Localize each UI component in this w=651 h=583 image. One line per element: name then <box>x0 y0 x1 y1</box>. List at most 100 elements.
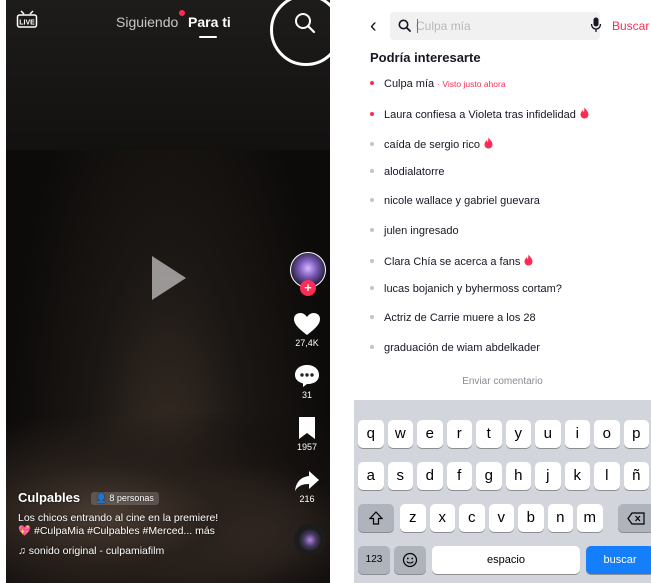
suggestion-text: Actriz de Carrie muere a los 28 <box>384 312 536 325</box>
flame-icon <box>524 254 533 266</box>
tab-siguiendo[interactable]: Siguiendo <box>116 10 186 30</box>
comment-icon <box>295 365 319 387</box>
sound-name: sonido original - culpamiafilm <box>28 545 165 557</box>
suggestion-item[interactable]: graduación de wiam abdelkader <box>370 342 540 354</box>
chevron-left-icon[interactable]: ‹ <box>370 16 377 36</box>
suggestion-text: graduación de wiam abdelkader <box>384 341 540 354</box>
save-count: 1957 <box>296 442 318 452</box>
key-q[interactable]: q <box>358 420 384 448</box>
key-a[interactable]: a <box>358 462 384 490</box>
music-note-icon: ♫ <box>18 545 26 557</box>
key-v[interactable]: v <box>488 504 514 532</box>
tab-siguiendo-label: Siguiendo <box>116 14 179 30</box>
search-box[interactable] <box>390 12 600 40</box>
play-icon[interactable] <box>152 256 186 300</box>
save-button[interactable]: 1957 <box>286 416 328 452</box>
key-j[interactable]: j <box>535 462 561 490</box>
live-label: LIVE <box>19 20 35 27</box>
key-p[interactable]: p <box>623 420 649 448</box>
people-badge[interactable]: 👤 8 personas <box>90 492 159 505</box>
key-z[interactable]: z <box>400 504 426 532</box>
keyboard: qwertyuiop asdfghjklñ zxcvbnm 123 espaci… <box>354 400 651 583</box>
key-l[interactable]: l <box>594 462 620 490</box>
backspace-key[interactable] <box>618 504 651 532</box>
flame-icon <box>580 107 589 119</box>
suggestion-text: Laura confiesa a Violeta tras infidelida… <box>384 109 576 122</box>
key-e[interactable]: e <box>417 420 443 448</box>
key-n[interactable]: n <box>547 504 573 532</box>
suggestion-item[interactable]: Actriz de Carrie muere a los 28 <box>370 312 536 324</box>
key-i[interactable]: i <box>564 420 590 448</box>
key-s[interactable]: s <box>387 462 413 490</box>
tab-para-ti[interactable]: Para ti <box>188 14 231 30</box>
suggestions-heading: Podría interesarte <box>370 50 481 65</box>
key-ñ[interactable]: ñ <box>623 462 649 490</box>
suggestion-bullet <box>370 227 374 232</box>
key-g[interactable]: g <box>476 462 502 490</box>
suggestion-bullet <box>370 286 374 291</box>
key-k[interactable]: k <box>564 462 590 490</box>
suggestion-bullet <box>370 198 374 203</box>
video-feed[interactable]: LIVE Siguiendo Para ti + 27,4K 31 1957 2… <box>6 0 330 583</box>
send-feedback-link[interactable]: Enviar comentario <box>354 376 651 387</box>
suggestion-item[interactable]: alodialatorre <box>370 166 445 178</box>
like-button[interactable]: 27,4K <box>286 312 328 348</box>
suggestion-bullet <box>370 344 374 349</box>
suggestion-item[interactable]: julen ingresado <box>370 225 459 237</box>
suggestion-text: lucas bojanich y byhermoss cortam? <box>384 283 562 296</box>
search-input[interactable] <box>414 12 564 40</box>
key-y[interactable]: y <box>505 420 531 448</box>
key-x[interactable]: x <box>429 504 455 532</box>
suggestion-item[interactable]: Culpa mía · Visto justo ahora <box>370 78 506 90</box>
text-caret <box>417 19 418 33</box>
microphone-icon[interactable] <box>590 17 602 33</box>
backspace-icon <box>627 512 645 525</box>
suggestion-text: Clara Chía se acerca a fans <box>384 255 521 268</box>
flame-icon <box>484 137 493 149</box>
visited-label: · Visto justo ahora <box>437 79 506 89</box>
key-w[interactable]: w <box>387 420 413 448</box>
key-b[interactable]: b <box>518 504 544 532</box>
author-name[interactable]: Culpables <box>18 490 80 505</box>
key-m[interactable]: m <box>577 504 603 532</box>
key-f[interactable]: f <box>446 462 472 490</box>
suggestion-item[interactable]: nicole wallace y gabriel guevara <box>370 195 540 207</box>
notification-dot <box>179 10 186 16</box>
suggestion-text: julen ingresado <box>384 224 459 237</box>
share-button[interactable]: 216 <box>286 470 328 504</box>
suggestion-text: alodialatorre <box>384 165 445 178</box>
heart-icon <box>294 313 320 335</box>
suggestion-item[interactable]: Laura confiesa a Violeta tras infidelida… <box>370 107 589 121</box>
suggestion-item[interactable]: lucas bojanich y byhermoss cortam? <box>370 283 562 295</box>
buscar-key[interactable]: buscar <box>586 546 651 574</box>
video-description[interactable]: Los chicos entrando al cine en la premie… <box>18 512 288 538</box>
key-c[interactable]: c <box>459 504 485 532</box>
suggestion-bullet <box>370 315 374 320</box>
numbers-key[interactable]: 123 <box>358 546 390 574</box>
key-u[interactable]: u <box>535 420 561 448</box>
suggestion-bullet <box>370 258 374 263</box>
space-key[interactable]: espacio <box>432 546 580 574</box>
shift-key[interactable] <box>358 504 394 532</box>
sound-row[interactable]: ♫ sonido original - culpamiafilm <box>18 545 164 557</box>
suggestion-item[interactable]: caída de sergio rico <box>370 137 493 151</box>
key-t[interactable]: t <box>476 420 502 448</box>
comment-count: 31 <box>301 390 312 400</box>
suggestion-bullet <box>370 81 374 85</box>
buscar-button[interactable]: Buscar <box>612 19 649 33</box>
live-icon[interactable]: LIVE <box>16 8 38 30</box>
suggestion-text: caída de sergio rico <box>384 138 480 151</box>
follow-plus-button[interactable]: + <box>300 280 316 296</box>
share-count: 216 <box>299 494 315 504</box>
emoji-key[interactable] <box>394 546 426 574</box>
shift-icon <box>368 511 384 525</box>
key-o[interactable]: o <box>594 420 620 448</box>
description-line-2: 💖 #CulpaMia #Culpables #Merced... más <box>18 525 215 537</box>
key-h[interactable]: h <box>505 462 531 490</box>
suggestion-item[interactable]: Clara Chía se acerca a fans <box>370 254 533 268</box>
key-r[interactable]: r <box>446 420 472 448</box>
comment-button[interactable]: 31 <box>286 364 328 400</box>
search-screen: ‹ Buscar Podría interesarte Culpa mía · … <box>354 0 651 583</box>
key-d[interactable]: d <box>417 462 443 490</box>
music-disc[interactable] <box>294 524 326 556</box>
